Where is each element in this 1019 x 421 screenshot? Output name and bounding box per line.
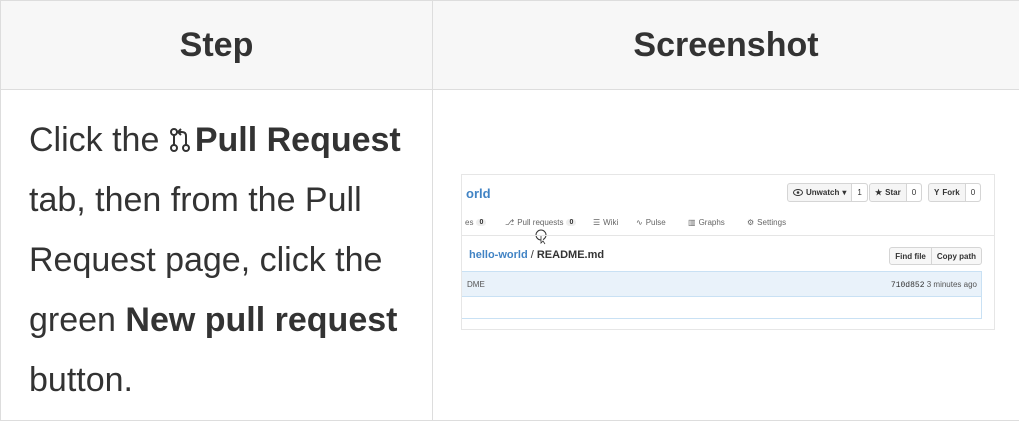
tab-wiki-label: Wiki <box>603 218 618 227</box>
caret-down-icon: ▾ <box>842 188 846 197</box>
pull-requests-counter: 0 <box>566 219 576 226</box>
tab-pull-requests[interactable]: ⎇Pull requests0 <box>505 218 576 227</box>
tab-wiki[interactable]: ☰Wiki <box>593 218 618 227</box>
fork-count[interactable]: 0 <box>965 184 980 201</box>
star-label: Star <box>885 188 901 197</box>
latest-commit-box: DME 710d852 3 minutes ago <box>462 271 982 319</box>
breadcrumb: hello-world / README.md <box>469 249 604 261</box>
pull-request-label: Pull Request <box>195 121 401 159</box>
breadcrumb-file: README.md <box>537 249 604 261</box>
fork-label: Fork <box>942 188 959 197</box>
screenshot-cell: orld Unwatch▾ 1 ★Star 0 YFork 0 es0 <box>433 90 1019 421</box>
breadcrumb-separator: / <box>531 249 534 261</box>
mouse-cursor-icon <box>535 229 547 245</box>
new-pull-request-label: New pull request <box>125 301 397 339</box>
pull-request-icon <box>169 125 191 155</box>
eye-icon <box>793 189 803 196</box>
tab-pulse-label: Pulse <box>646 218 666 227</box>
github-screenshot: orld Unwatch▾ 1 ★Star 0 YFork 0 es0 <box>461 174 995 330</box>
tab-pulse[interactable]: ∿Pulse <box>636 218 666 227</box>
file-button-group: Find file Copy path <box>889 247 982 265</box>
screenshot-column-header: Screenshot <box>433 1 1019 90</box>
commit-meta: 710d852 3 minutes ago <box>891 280 977 290</box>
pull-request-tab-icon: ⎇ <box>505 218 514 227</box>
star-icon: ★ <box>875 188 882 197</box>
tab-graphs[interactable]: ▥Graphs <box>688 218 725 227</box>
tab-graphs-label: Graphs <box>699 218 725 227</box>
unwatch-count[interactable]: 1 <box>851 184 866 201</box>
graph-icon: ▥ <box>688 218 696 227</box>
star-count[interactable]: 0 <box>906 184 921 201</box>
commit-row: DME 710d852 3 minutes ago <box>462 272 981 297</box>
wiki-icon: ☰ <box>593 218 600 227</box>
tabs-divider <box>462 235 994 236</box>
issues-counter: 0 <box>476 219 486 226</box>
pulse-icon: ∿ <box>636 218 643 227</box>
tab-issues[interactable]: es0 <box>465 218 486 227</box>
fork-icon: Y <box>934 188 939 197</box>
tab-pull-requests-label: Pull requests <box>517 218 563 227</box>
step-column-header: Step <box>1 1 433 90</box>
star-button[interactable]: ★Star 0 <box>869 183 922 202</box>
repo-name[interactable]: orld <box>466 186 491 201</box>
step-instruction: Click the Pull Request tab, then from th… <box>1 90 433 421</box>
gear-icon: ⚙ <box>747 218 754 227</box>
instructions-table: Step Screenshot Click the Pull Request t… <box>0 0 1019 421</box>
unwatch-button[interactable]: Unwatch▾ 1 <box>787 183 868 202</box>
breadcrumb-repo-link[interactable]: hello-world <box>469 249 528 261</box>
fork-button[interactable]: YFork 0 <box>928 183 981 202</box>
find-file-button[interactable]: Find file <box>890 248 931 264</box>
copy-path-button[interactable]: Copy path <box>931 248 981 264</box>
tab-settings-label: Settings <box>757 218 786 227</box>
commit-time: 3 minutes ago <box>927 280 977 289</box>
step-text-1: Click the <box>29 121 169 159</box>
commit-message[interactable]: DME <box>467 280 485 289</box>
commit-sha[interactable]: 710d852 <box>891 281 925 290</box>
tab-settings[interactable]: ⚙Settings <box>747 218 786 227</box>
step-text-3: button. <box>29 361 133 399</box>
unwatch-label: Unwatch <box>806 188 839 197</box>
tab-issues-label: es <box>465 218 473 227</box>
